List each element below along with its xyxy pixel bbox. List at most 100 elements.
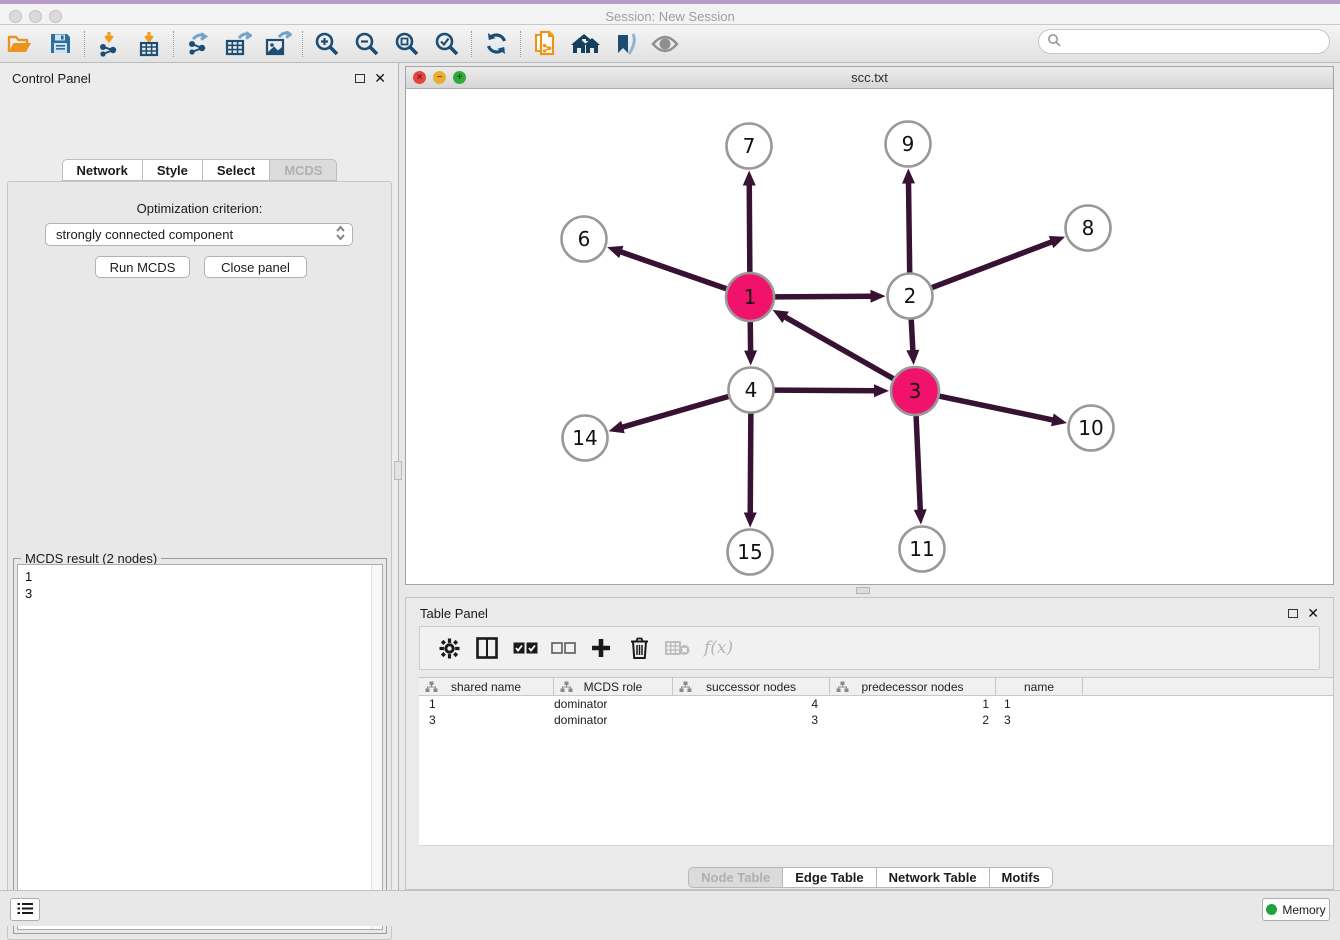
table-panel: Table Panel ✕ f(x) shared nameMCDS roles… [405, 597, 1334, 890]
mcds-result-textarea[interactable]: 1 3 [17, 564, 383, 930]
node-label-4: 4 [745, 378, 758, 402]
refresh-icon[interactable] [476, 28, 516, 60]
network-window-title: scc.txt [406, 70, 1333, 85]
edge-4-3[interactable] [774, 390, 876, 391]
column-header-predecessor-nodes[interactable]: predecessor nodes [830, 678, 996, 695]
export-image-icon[interactable] [258, 28, 298, 60]
tab-network-table[interactable]: Network Table [876, 867, 989, 888]
deselect-all-icon[interactable] [544, 642, 582, 654]
eye-icon[interactable] [645, 28, 685, 60]
export-network-icon[interactable] [178, 28, 218, 60]
mcds-result-lines: 1 3 [25, 568, 32, 602]
home-icon[interactable] [565, 28, 605, 60]
import-table-icon[interactable] [129, 28, 169, 60]
save-icon[interactable] [40, 28, 80, 60]
export-table-icon[interactable] [218, 28, 258, 60]
network-view-window: × − + scc.txt 7968124314101511 [405, 66, 1334, 585]
node-label-10: 10 [1078, 416, 1103, 440]
node-label-15: 15 [737, 540, 762, 564]
edge-4-14[interactable] [621, 397, 728, 428]
app-title: Session: New Session [0, 9, 1340, 24]
tab-mcds[interactable]: MCDS [269, 159, 337, 181]
open-folder-icon[interactable] [0, 28, 40, 60]
clone-network-icon[interactable] [525, 28, 565, 60]
arrowhead-2-8 [1049, 236, 1065, 248]
edge-1-6[interactable] [619, 251, 726, 288]
edge-4-15[interactable] [750, 413, 751, 514]
run-mcds-button[interactable]: Run MCDS [95, 256, 190, 278]
function-builder-icon: f(x) [704, 638, 733, 658]
zoom-in-icon[interactable] [307, 28, 347, 60]
tab-node-table[interactable]: Node Table [688, 867, 782, 888]
table-panel-title: Table Panel [420, 606, 1288, 621]
hide-annotations-icon[interactable] [605, 28, 645, 60]
table-row[interactable]: 1dominator411 [419, 696, 1333, 712]
control-panel-title: Control Panel [12, 71, 355, 86]
result-scrollbar[interactable] [371, 565, 382, 929]
cell: 3 [419, 713, 554, 727]
import-network-icon[interactable] [89, 28, 129, 60]
panel-splitter-handle[interactable] [394, 461, 402, 480]
cell: 2 [830, 713, 996, 727]
table-splitter-handle[interactable] [856, 587, 870, 594]
edge-1-2[interactable] [775, 296, 873, 297]
tab-select[interactable]: Select [202, 159, 269, 181]
edge-1-7[interactable] [749, 183, 750, 272]
cell: 4 [673, 697, 830, 711]
float-table-panel-icon[interactable] [1288, 609, 1298, 618]
edge-2-8[interactable] [932, 241, 1053, 287]
tab-edge-table[interactable]: Edge Table [782, 867, 875, 888]
close-panel-button[interactable]: Close panel [204, 256, 307, 278]
edge-2-3[interactable] [911, 319, 913, 352]
column-header-shared-name[interactable]: shared name [419, 678, 554, 695]
delete-column-icon[interactable] [620, 637, 658, 659]
edge-3-10[interactable] [939, 396, 1054, 420]
task-history-button[interactable] [10, 898, 40, 921]
arrowhead-4-14 [609, 421, 625, 433]
zoom-out-icon[interactable] [347, 28, 387, 60]
column-header-MCDS-role[interactable]: MCDS role [554, 678, 673, 695]
add-column-icon[interactable] [582, 638, 620, 658]
zoom-fit-icon[interactable] [387, 28, 427, 60]
tab-motifs[interactable]: Motifs [989, 867, 1053, 888]
float-panel-icon[interactable] [355, 74, 365, 83]
close-panel-icon[interactable]: ✕ [374, 73, 386, 83]
cell: dominator [554, 713, 673, 727]
cell: 3 [673, 713, 830, 727]
arrowhead-1-2 [870, 290, 885, 303]
tab-style[interactable]: Style [142, 159, 202, 181]
settings-gear-icon[interactable] [430, 638, 468, 659]
table-body[interactable]: 1dominator4113dominator323 [419, 696, 1333, 846]
arrowhead-3-11 [914, 509, 927, 524]
arrowhead-4-3 [874, 384, 889, 397]
network-canvas[interactable]: 7968124314101511 [406, 89, 1333, 584]
edge-2-9[interactable] [908, 181, 909, 272]
table-toolbar: f(x) [419, 626, 1320, 670]
control-panel-tabs: Network Style Select MCDS [0, 159, 399, 181]
column-header-successor-nodes[interactable]: successor nodes [673, 678, 830, 695]
column-header-name[interactable]: name [996, 678, 1083, 695]
search-input[interactable] [1038, 29, 1330, 54]
main-toolbar [0, 25, 1340, 63]
table-tabs: Node Table Edge Table Network Table Moti… [406, 867, 1335, 888]
zoom-selected-icon[interactable] [427, 28, 467, 60]
criterion-dropdown[interactable]: strongly connected component [45, 223, 353, 246]
cell: 1 [830, 697, 996, 711]
delete-table-icon [658, 640, 696, 656]
node-label-9: 9 [902, 132, 915, 156]
node-label-6: 6 [578, 227, 591, 251]
criterion-value: strongly connected component [56, 227, 335, 242]
columns-icon[interactable] [468, 637, 506, 659]
close-table-panel-icon[interactable]: ✕ [1307, 608, 1319, 618]
tab-network[interactable]: Network [62, 159, 142, 181]
edge-3-1[interactable] [784, 316, 893, 378]
arrowhead-1-4 [744, 350, 757, 365]
edge-3-11[interactable] [916, 416, 920, 512]
select-all-icon[interactable] [506, 642, 544, 654]
arrowhead-2-9 [902, 168, 915, 183]
network-window-titlebar[interactable]: × − + scc.txt [406, 67, 1333, 89]
optimization-criterion-label: Optimization criterion: [8, 201, 391, 216]
search-icon [1047, 33, 1061, 50]
memory-button[interactable]: Memory [1262, 898, 1330, 921]
table-row[interactable]: 3dominator323 [419, 712, 1333, 728]
